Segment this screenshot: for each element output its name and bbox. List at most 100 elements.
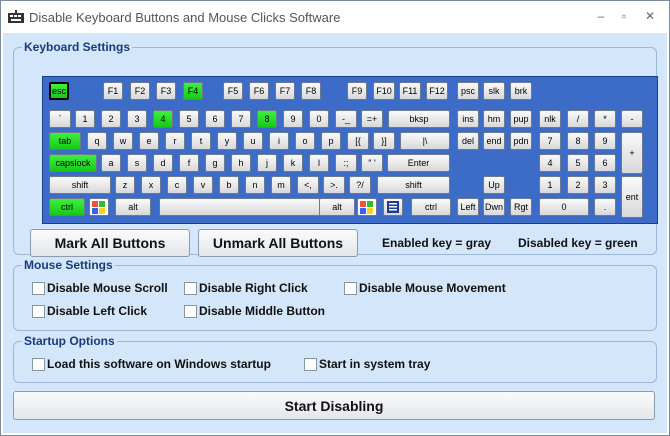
key-f1[interactable]: F1: [103, 82, 123, 100]
key-r[interactable]: r: [165, 132, 185, 150]
key-npmul[interactable]: *: [594, 110, 616, 128]
unmark-all-button[interactable]: Unmark All Buttons: [198, 229, 358, 257]
key-np8[interactable]: 8: [567, 132, 589, 150]
menu-key[interactable]: [383, 198, 403, 216]
key-brk[interactable]: brk: [510, 82, 532, 100]
key-psc[interactable]: psc: [457, 82, 479, 100]
disable-mouse-movement-checkbox[interactable]: [344, 282, 357, 295]
key-d0[interactable]: 0: [309, 110, 329, 128]
key-i[interactable]: i: [269, 132, 289, 150]
key-f6[interactable]: F6: [249, 82, 269, 100]
key-down[interactable]: Dwn: [483, 198, 505, 216]
key-npadd[interactable]: +: [621, 132, 643, 174]
key-n[interactable]: n: [245, 176, 265, 194]
key-p[interactable]: p: [321, 132, 341, 150]
key-del[interactable]: del: [457, 132, 479, 150]
key-ralt[interactable]: alt: [319, 198, 355, 216]
key-bslash[interactable]: |\: [400, 132, 450, 150]
key-f10[interactable]: F10: [373, 82, 395, 100]
key-v[interactable]: v: [193, 176, 213, 194]
key-minus[interactable]: -_: [335, 110, 357, 128]
key-f2[interactable]: F2: [130, 82, 150, 100]
key-end[interactable]: end: [483, 132, 505, 150]
key-u[interactable]: u: [243, 132, 263, 150]
key-np1[interactable]: 1: [539, 176, 561, 194]
key-np5[interactable]: 5: [567, 154, 589, 172]
key-np7[interactable]: 7: [539, 132, 561, 150]
key-d5[interactable]: 5: [179, 110, 199, 128]
key-f3[interactable]: F3: [156, 82, 176, 100]
key-np9[interactable]: 9: [594, 132, 616, 150]
key-f7[interactable]: F7: [275, 82, 295, 100]
key-npdiv[interactable]: /: [567, 110, 589, 128]
key-up[interactable]: Up: [483, 176, 505, 194]
key-rbr[interactable]: }]: [373, 132, 395, 150]
key-lbr[interactable]: [{: [347, 132, 369, 150]
key-tab[interactable]: tab: [49, 132, 81, 150]
key-quote[interactable]: " ': [361, 154, 383, 172]
key-b[interactable]: b: [219, 176, 239, 194]
key-f8[interactable]: F8: [301, 82, 321, 100]
key-enter[interactable]: Enter: [387, 154, 450, 172]
key-d9[interactable]: 9: [283, 110, 303, 128]
key-npent[interactable]: ent: [621, 176, 643, 218]
key-d4[interactable]: 4: [153, 110, 173, 128]
key-f[interactable]: f: [179, 154, 199, 172]
key-t[interactable]: t: [191, 132, 211, 150]
key-z[interactable]: z: [115, 176, 135, 194]
key-np0[interactable]: 0: [539, 198, 589, 216]
key-esc[interactable]: esc: [49, 82, 69, 100]
key-tilde[interactable]: `: [49, 110, 71, 128]
key-left[interactable]: Left: [457, 198, 479, 216]
key-s[interactable]: s: [127, 154, 147, 172]
key-ins[interactable]: ins: [457, 110, 479, 128]
maximize-button[interactable]: ▫: [614, 7, 634, 25]
key-right[interactable]: Rgt: [510, 198, 532, 216]
key-f12[interactable]: F12: [426, 82, 448, 100]
close-button[interactable]: ✕: [640, 7, 660, 25]
key-comma[interactable]: <,: [297, 176, 319, 194]
key-j[interactable]: j: [257, 154, 277, 172]
key-npsub[interactable]: -: [621, 110, 643, 128]
key-nlk[interactable]: nlk: [539, 110, 561, 128]
key-d[interactable]: d: [153, 154, 173, 172]
key-equals[interactable]: =+: [361, 110, 383, 128]
key-d6[interactable]: 6: [205, 110, 225, 128]
key-f9[interactable]: F9: [347, 82, 367, 100]
disable-middle-button-checkbox[interactable]: [184, 305, 197, 318]
key-np3[interactable]: 3: [594, 176, 616, 194]
key-l[interactable]: l: [309, 154, 329, 172]
key-a[interactable]: a: [101, 154, 121, 172]
key-rshift[interactable]: shift: [377, 176, 450, 194]
windows-key-left[interactable]: [89, 198, 109, 216]
key-hm[interactable]: hm: [483, 110, 505, 128]
key-slash[interactable]: ?/: [349, 176, 371, 194]
start-in-tray-checkbox[interactable]: [304, 358, 317, 371]
key-lctrl[interactable]: ctrl: [49, 198, 85, 216]
key-c[interactable]: c: [167, 176, 187, 194]
mark-all-button[interactable]: Mark All Buttons: [30, 229, 190, 257]
key-caps[interactable]: capslock: [49, 154, 97, 172]
key-slk[interactable]: slk: [483, 82, 505, 100]
key-d3[interactable]: 3: [127, 110, 147, 128]
minimize-button[interactable]: –: [591, 7, 611, 25]
key-g[interactable]: g: [205, 154, 225, 172]
key-semi[interactable]: :;: [335, 154, 357, 172]
key-rctrl[interactable]: ctrl: [411, 198, 451, 216]
key-w[interactable]: w: [113, 132, 133, 150]
start-disabling-button[interactable]: Start Disabling: [13, 391, 655, 420]
key-f11[interactable]: F11: [399, 82, 421, 100]
key-d7[interactable]: 7: [231, 110, 251, 128]
key-e[interactable]: e: [139, 132, 159, 150]
key-f5[interactable]: F5: [223, 82, 243, 100]
key-y[interactable]: y: [217, 132, 237, 150]
key-npdot[interactable]: .: [594, 198, 616, 216]
key-f4[interactable]: F4: [183, 82, 203, 100]
key-h[interactable]: h: [231, 154, 251, 172]
disable-right-click-checkbox[interactable]: [184, 282, 197, 295]
key-d1[interactable]: 1: [75, 110, 95, 128]
windows-key-right[interactable]: [357, 198, 377, 216]
key-np4[interactable]: 4: [539, 154, 561, 172]
key-np2[interactable]: 2: [567, 176, 589, 194]
key-np6[interactable]: 6: [594, 154, 616, 172]
